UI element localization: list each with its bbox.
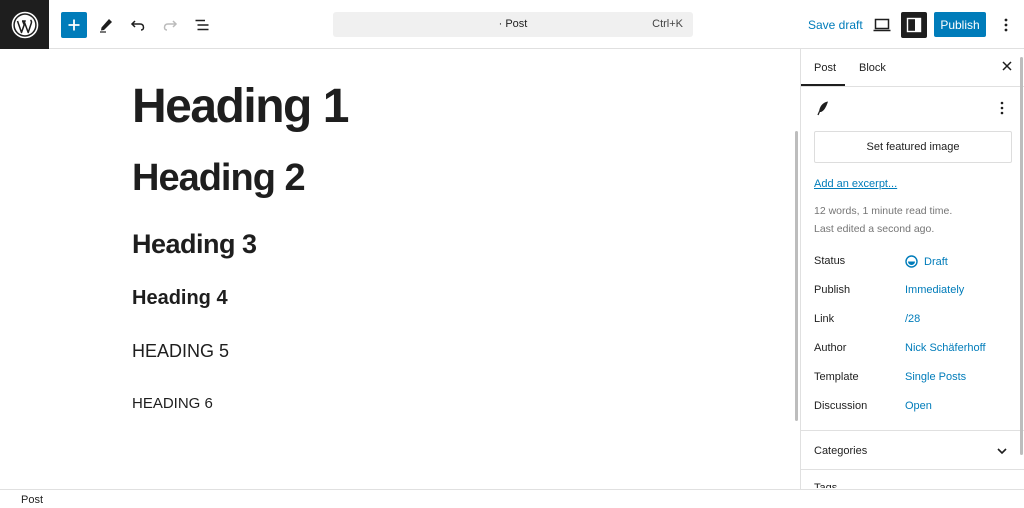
discussion-label: Discussion bbox=[814, 400, 868, 412]
publish-button[interactable]: Publish bbox=[934, 12, 986, 37]
document-title: · Post bbox=[498, 18, 528, 30]
settings-sidebar: Post Block Set featured image Add an exc… bbox=[800, 49, 1024, 489]
undo-button[interactable] bbox=[125, 12, 151, 38]
save-draft-button[interactable]: Save draft bbox=[808, 18, 863, 32]
last-edited-text: Last edited a second ago. bbox=[814, 223, 935, 235]
active-tab-indicator bbox=[801, 84, 845, 86]
undo-icon bbox=[130, 20, 145, 31]
status-label: Status bbox=[814, 255, 846, 267]
close-sidebar-button[interactable] bbox=[999, 58, 1015, 74]
publish-date-button[interactable]: Immediately bbox=[905, 284, 964, 296]
chevron-down-icon[interactable] bbox=[996, 445, 1008, 457]
sidebar-panel-icon bbox=[906, 17, 922, 33]
heading-6-block[interactable]: HEADING 6 bbox=[132, 395, 213, 412]
document-overview-button[interactable] bbox=[189, 12, 215, 38]
keyboard-shortcut-hint: Ctrl+K bbox=[652, 18, 683, 30]
preview-button[interactable] bbox=[869, 12, 895, 38]
set-featured-image-button[interactable]: Set featured image bbox=[814, 131, 1012, 163]
close-icon bbox=[1002, 61, 1012, 71]
more-vertical-icon bbox=[1004, 18, 1008, 32]
heading-1-block[interactable]: Heading 1 bbox=[132, 79, 349, 134]
sidebar-scrollbar[interactable] bbox=[1020, 57, 1023, 455]
wordpress-logo-button[interactable] bbox=[0, 0, 49, 49]
sidebar-tabs: Post Block bbox=[801, 49, 1024, 87]
template-button[interactable]: Single Posts bbox=[905, 371, 966, 383]
word-count-text: 12 words, 1 minute read time. bbox=[814, 205, 953, 217]
command-palette-search[interactable]: · Post Ctrl+K bbox=[333, 12, 693, 37]
pen-icon bbox=[100, 19, 112, 33]
post-feather-icon bbox=[817, 101, 828, 116]
editor-toolbar: · Post Ctrl+K Save draft Publish bbox=[0, 0, 1024, 49]
plus-icon bbox=[68, 19, 80, 31]
tags-panel-toggle[interactable]: Tags bbox=[814, 482, 837, 488]
add-block-button[interactable] bbox=[61, 12, 87, 38]
tab-block[interactable]: Block bbox=[859, 62, 886, 74]
panel-divider bbox=[801, 430, 1024, 431]
block-breadcrumb-bar: Post bbox=[0, 489, 1024, 508]
wordpress-logo-icon bbox=[11, 11, 38, 38]
redo-button[interactable] bbox=[157, 12, 183, 38]
desktop-icon bbox=[873, 18, 891, 32]
publish-label: Publish bbox=[814, 284, 851, 296]
heading-2-block[interactable]: Heading 2 bbox=[132, 157, 306, 200]
template-label: Template bbox=[814, 371, 859, 383]
link-label: Link bbox=[814, 313, 835, 325]
options-menu-button[interactable] bbox=[993, 12, 1019, 38]
tab-post[interactable]: Post bbox=[814, 62, 836, 74]
heading-5-block[interactable]: HEADING 5 bbox=[132, 341, 229, 362]
post-actions-more-icon[interactable] bbox=[994, 100, 1010, 116]
heading-4-block[interactable]: Heading 4 bbox=[132, 287, 228, 310]
categories-panel-toggle[interactable]: Categories bbox=[814, 445, 867, 457]
draft-status-icon bbox=[905, 255, 918, 268]
tools-button[interactable] bbox=[93, 12, 119, 38]
editor-canvas: Heading 1 Heading 2 Heading 3 Heading 4 … bbox=[0, 49, 800, 489]
author-button[interactable]: Nick Schäferhoff bbox=[905, 342, 986, 354]
redo-icon bbox=[163, 20, 178, 31]
breadcrumb-post[interactable]: Post bbox=[21, 494, 43, 506]
discussion-button[interactable]: Open bbox=[905, 400, 932, 412]
add-excerpt-link[interactable]: Add an excerpt... bbox=[814, 178, 897, 190]
author-label: Author bbox=[814, 342, 847, 354]
list-view-icon bbox=[195, 19, 209, 31]
canvas-scrollbar[interactable] bbox=[795, 131, 798, 421]
settings-toggle-button[interactable] bbox=[901, 12, 927, 38]
heading-3-block[interactable]: Heading 3 bbox=[132, 229, 257, 260]
permalink-button[interactable]: /28 bbox=[905, 313, 920, 325]
status-value: Draft bbox=[924, 255, 948, 268]
panel-divider bbox=[801, 469, 1024, 470]
status-value-button[interactable]: Draft bbox=[905, 255, 948, 268]
